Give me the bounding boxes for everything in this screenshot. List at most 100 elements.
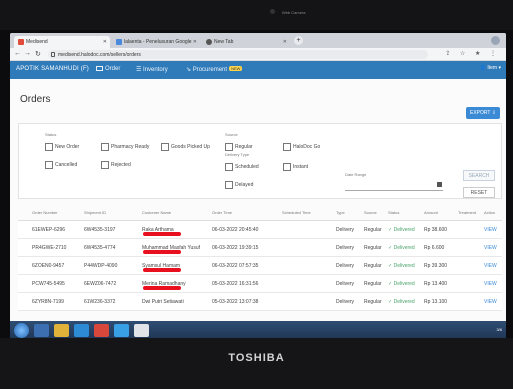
chrome-icon[interactable] bbox=[134, 324, 149, 337]
order-type: Delivery bbox=[336, 281, 355, 287]
table-row[interactable]: 6ZYR8N-7199 61W236-3372 Dwi Putri Setiaw… bbox=[18, 293, 502, 311]
order-time: 06-03-2022 20:45:40 bbox=[212, 227, 259, 233]
column-header[interactable]: Treatment bbox=[458, 210, 476, 215]
status-new-order-checkbox[interactable]: New Order bbox=[45, 143, 79, 151]
view-button[interactable]: VIEW bbox=[484, 299, 497, 305]
calendar-icon[interactable] bbox=[437, 182, 442, 187]
date-range-input[interactable] bbox=[345, 182, 443, 191]
ie-icon[interactable] bbox=[34, 324, 49, 337]
table-row[interactable]: PCW745-5495 6EWZ06-7472 Merina Ramadhany… bbox=[18, 275, 502, 293]
order-type: Delivery bbox=[336, 227, 355, 233]
status-filter-label: Status bbox=[45, 132, 57, 137]
profile-avatar[interactable] bbox=[491, 36, 500, 45]
shipment-id: 6W4535-4774 bbox=[84, 245, 116, 251]
column-header[interactable]: Source bbox=[364, 210, 377, 215]
order-number: PR4GWE-2710 bbox=[32, 245, 67, 251]
column-header[interactable]: Status bbox=[388, 210, 399, 215]
order-time: 05-03-2022 13:07:38 bbox=[212, 299, 259, 305]
nav-procurement[interactable]: ⇘ Procurement NEW bbox=[186, 66, 243, 73]
status-cancelled-checkbox[interactable]: Cancelled bbox=[45, 161, 77, 169]
network-icon[interactable] bbox=[114, 324, 129, 337]
status-goods-picked-up-checkbox[interactable]: Goods Picked Up bbox=[161, 143, 210, 151]
close-icon[interactable]: ✕ bbox=[103, 39, 107, 45]
close-icon[interactable]: ✕ bbox=[283, 39, 287, 45]
order-amount: Rp 13.400 bbox=[424, 281, 448, 287]
source-regular-checkbox[interactable]: Regular bbox=[225, 143, 253, 151]
list-icon: ☰ bbox=[136, 67, 144, 73]
redaction-mark bbox=[143, 250, 181, 254]
webcam-label: Web Camera bbox=[282, 10, 306, 15]
back-icon[interactable]: ← bbox=[14, 50, 21, 57]
browser-tab-google[interactable]: lalaenta - Penelusuran Google ✕ bbox=[112, 36, 200, 48]
delivery-scheduled-checkbox[interactable]: Scheduled bbox=[225, 163, 259, 171]
shipment-id: 6EWZ06-7472 bbox=[84, 281, 117, 287]
order-time: 06-03-2022 19:39:15 bbox=[212, 245, 259, 251]
newtab-icon bbox=[206, 39, 212, 45]
status-badge: ✓ Delivered bbox=[388, 245, 415, 251]
order-type: Delivery bbox=[336, 263, 355, 269]
app-icon[interactable] bbox=[94, 324, 109, 337]
view-button[interactable]: VIEW bbox=[484, 263, 497, 269]
view-button[interactable]: VIEW bbox=[484, 281, 497, 287]
user-menu-button[interactable]: 👤 Item ▾ bbox=[480, 65, 501, 71]
cart-icon: ⇘ bbox=[186, 67, 193, 73]
folder-icon[interactable] bbox=[54, 324, 69, 337]
tab-label: lalaenta - Penelusuran Google bbox=[124, 39, 192, 45]
start-button[interactable] bbox=[14, 323, 29, 338]
search-button[interactable]: SEARCH bbox=[463, 170, 495, 181]
source-halodoc-go-checkbox[interactable]: HaloDoc Go bbox=[283, 143, 320, 151]
order-amount: Rp 38.600 bbox=[424, 227, 448, 233]
media-player-icon[interactable] bbox=[74, 324, 89, 337]
nav-order[interactable]: Order bbox=[96, 66, 120, 72]
browser-tab-bar: Medisend ✕ lalaenta - Penelusuran Google… bbox=[10, 33, 506, 48]
status-badge: ✓ Delivered bbox=[388, 263, 415, 269]
customer-name: Dwi Putri Setiawati bbox=[142, 299, 184, 305]
order-time: 06-03-2022 07:57:35 bbox=[212, 263, 259, 269]
page-title: Orders bbox=[20, 94, 51, 105]
export-button[interactable]: EXPORT ⇩ bbox=[466, 107, 500, 119]
system-tray-clock[interactable]: 3/6 bbox=[496, 327, 502, 332]
column-header[interactable]: Scheduled Time bbox=[282, 210, 311, 215]
redaction-mark bbox=[143, 232, 181, 236]
order-amount: Rp 6.600 bbox=[424, 245, 445, 251]
browser-tab-medisend[interactable]: Medisend ✕ bbox=[14, 36, 110, 48]
column-header[interactable]: Shipment ID bbox=[84, 210, 106, 215]
status-badge: ✓ Delivered bbox=[388, 227, 415, 233]
delivery-instant-checkbox[interactable]: Instant bbox=[283, 163, 308, 171]
nav-inventory[interactable]: ☰ Inventory bbox=[136, 66, 168, 73]
column-header[interactable]: Customer Name bbox=[142, 210, 171, 215]
table-row[interactable]: 6ZOEN0-9457 P44WDP-4090 Syamsul Hamam 06… bbox=[18, 257, 502, 275]
app-navbar: APOTIK SAMANHUDI (F) Order ☰ Inventory ⇘… bbox=[10, 61, 506, 79]
reload-icon[interactable]: ↻ bbox=[35, 50, 41, 58]
address-bar: ← → ↻ medisend.halodoc.com/sellers/order… bbox=[10, 48, 506, 61]
url-text: medisend.halodoc.com/sellers/orders bbox=[58, 52, 141, 58]
google-icon bbox=[116, 39, 122, 45]
view-button[interactable]: VIEW bbox=[484, 245, 497, 251]
column-header[interactable]: Action bbox=[484, 210, 495, 215]
close-icon[interactable]: ✕ bbox=[193, 39, 197, 45]
new-tab-button[interactable]: + bbox=[294, 36, 303, 45]
laptop-brand-logo: TOSHIBA bbox=[228, 352, 285, 364]
table-row[interactable]: 61EWEP-6296 6W4535-3197 Raka Arthama 06-… bbox=[18, 221, 502, 239]
browser-toolbar-icons[interactable]: ⇪ ☆ ★ ⋮ bbox=[445, 50, 500, 57]
browser-tab-new[interactable]: New Tab ✕ bbox=[202, 36, 290, 48]
url-field[interactable]: medisend.halodoc.com/sellers/orders bbox=[48, 50, 428, 59]
column-header[interactable]: Order Time bbox=[212, 210, 232, 215]
column-header[interactable]: Type bbox=[336, 210, 345, 215]
status-rejected-checkbox[interactable]: Rejected bbox=[101, 161, 131, 169]
delivery-type-label: Delivery Type bbox=[225, 152, 250, 157]
tab-label: New Tab bbox=[214, 39, 234, 45]
view-button[interactable]: VIEW bbox=[484, 227, 497, 233]
order-source: Regular bbox=[364, 281, 382, 287]
reset-button[interactable]: RESET bbox=[463, 187, 495, 198]
table-row[interactable]: PR4GWE-2710 6W4535-4774 Muhammad Masfah … bbox=[18, 239, 502, 257]
status-pharmacy-ready-checkbox[interactable]: Pharmacy Ready bbox=[101, 143, 149, 151]
order-type: Delivery bbox=[336, 245, 355, 251]
column-header[interactable]: Amount bbox=[424, 210, 438, 215]
column-header[interactable]: Order Number bbox=[32, 210, 58, 215]
forward-icon[interactable]: → bbox=[24, 50, 31, 57]
shipment-id: P44WDP-4090 bbox=[84, 263, 118, 269]
order-source: Regular bbox=[364, 227, 382, 233]
delivery-delayed-checkbox[interactable]: Delayed bbox=[225, 181, 253, 189]
redaction-mark bbox=[143, 268, 181, 272]
